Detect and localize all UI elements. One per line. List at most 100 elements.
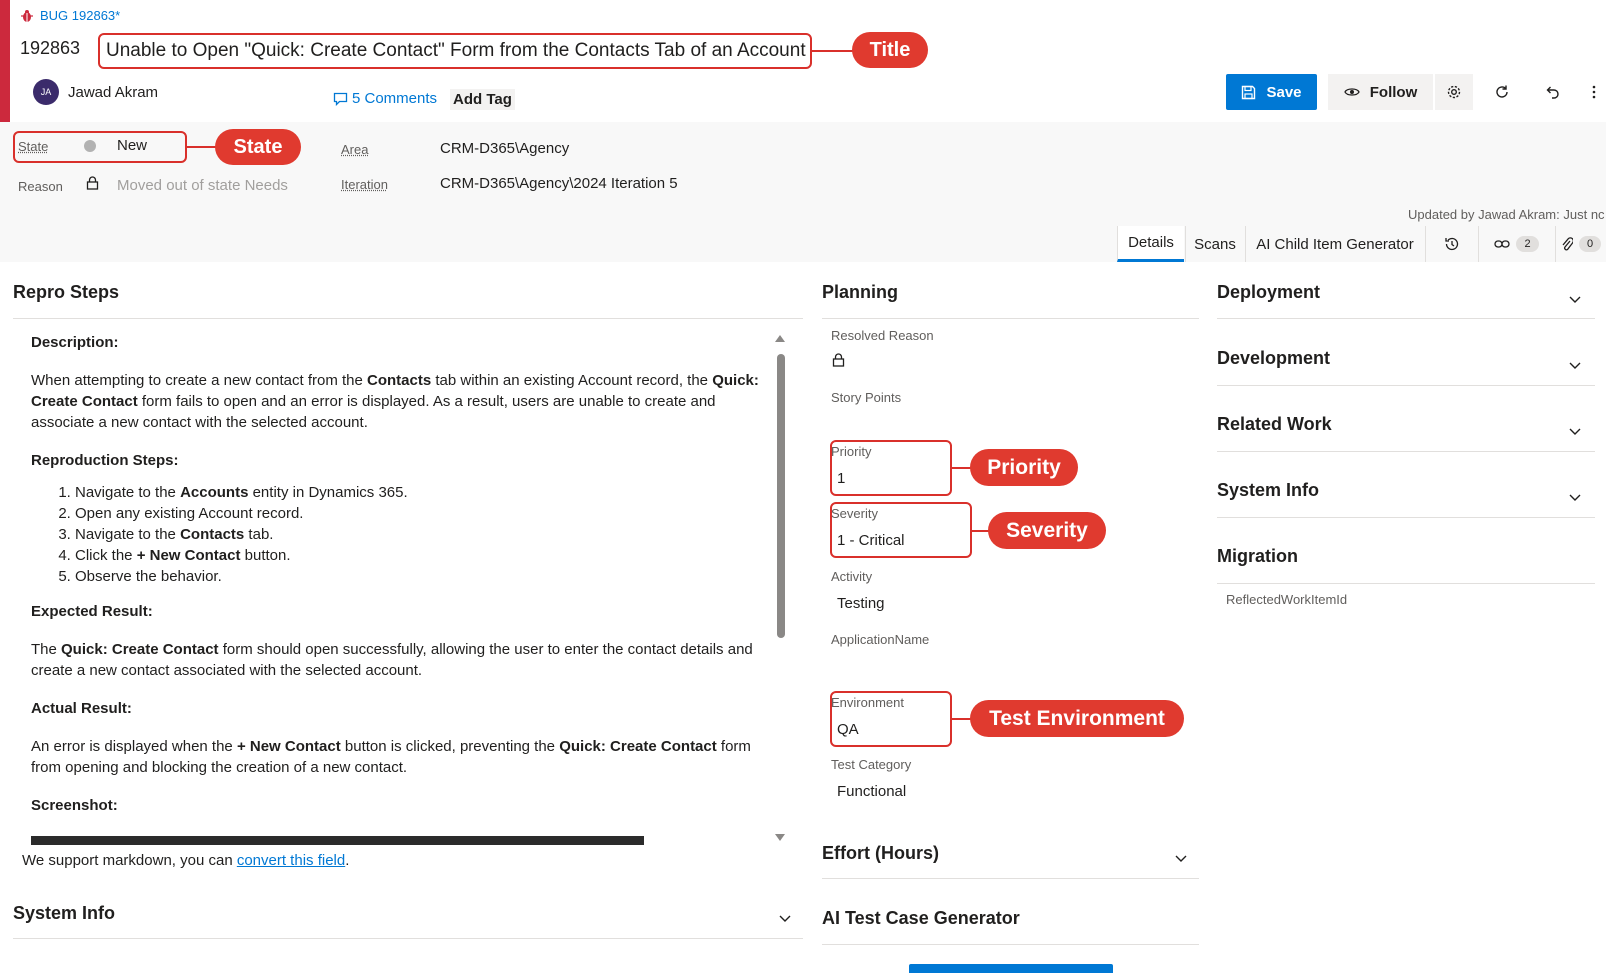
state-label: State bbox=[18, 139, 49, 154]
story-points-label: Story Points bbox=[831, 390, 902, 405]
gear-icon bbox=[1447, 85, 1461, 99]
deployment-title[interactable]: Deployment bbox=[1217, 282, 1320, 303]
state-dot-icon bbox=[84, 140, 96, 152]
settings-button[interactable] bbox=[1435, 74, 1473, 110]
attachments-count-badge: 0 bbox=[1578, 236, 1602, 252]
list-item: Observe the behavior. bbox=[75, 566, 763, 587]
refresh-icon bbox=[1496, 85, 1508, 98]
deployment-rule bbox=[1217, 318, 1595, 319]
actual-text: An error is displayed when the + New Con… bbox=[31, 738, 751, 776]
related-work-title[interactable]: Related Work bbox=[1217, 414, 1332, 435]
comments-label: 5 Comments bbox=[352, 90, 438, 107]
scroll-up-arrow-icon[interactable] bbox=[774, 334, 786, 343]
ai-test-case-generator-title: AI Test Case Generator bbox=[822, 908, 1020, 928]
list-item: Click the + New Contact button. bbox=[75, 545, 763, 566]
markdown-notice: We support markdown, you can convert thi… bbox=[22, 852, 350, 869]
undo-button[interactable] bbox=[1534, 74, 1570, 110]
title-annotation: Title bbox=[852, 32, 928, 68]
chevron-down-icon[interactable] bbox=[1175, 855, 1187, 863]
chevron-down-icon[interactable] bbox=[779, 915, 791, 923]
description-text: When attempting to create a new contact … bbox=[31, 372, 759, 431]
test-category-label: Test Category bbox=[831, 757, 912, 772]
system-info-rule bbox=[1217, 517, 1595, 518]
severity-label: Severity bbox=[831, 506, 878, 521]
save-label: Save bbox=[1266, 83, 1302, 101]
updated-by-text: Updated by Jawad Akram: Just nc bbox=[1408, 207, 1605, 222]
development-title[interactable]: Development bbox=[1217, 348, 1330, 369]
effort-hours-title[interactable]: Effort (Hours) bbox=[822, 843, 939, 864]
area-value[interactable]: CRM-D365\Agency bbox=[440, 140, 569, 157]
test-environment-annotation: Test Environment bbox=[970, 700, 1184, 737]
iteration-value[interactable]: CRM-D365\Agency\2024 Iteration 5 bbox=[440, 175, 678, 192]
comment-icon bbox=[333, 92, 348, 106]
repro-steps-rule bbox=[13, 318, 803, 319]
resolved-reason-label: Resolved Reason bbox=[831, 328, 934, 343]
follow-button[interactable]: Follow bbox=[1328, 74, 1433, 110]
links-count-badge: 2 bbox=[1516, 236, 1539, 252]
add-tag-button[interactable]: Add Tag bbox=[450, 89, 515, 110]
environment-value: QA bbox=[837, 721, 859, 738]
embedded-screenshot[interactable] bbox=[31, 836, 644, 845]
tab-links[interactable]: 2 bbox=[1478, 226, 1554, 262]
state-callout-line bbox=[187, 146, 217, 148]
state-value: New bbox=[117, 137, 148, 154]
refresh-button[interactable] bbox=[1484, 74, 1520, 110]
system-info-left-rule bbox=[13, 938, 803, 939]
tab-scans[interactable]: Scans bbox=[1185, 226, 1244, 262]
more-icon bbox=[1592, 85, 1596, 99]
repro-scrollbar-thumb[interactable] bbox=[777, 354, 785, 638]
chevron-down-icon[interactable] bbox=[1569, 362, 1581, 370]
development-rule bbox=[1217, 385, 1595, 386]
activity-value[interactable]: Testing bbox=[837, 595, 885, 612]
application-name-label: ApplicationName bbox=[831, 632, 930, 647]
priority-value: 1 bbox=[837, 470, 846, 487]
repro-steps-editor[interactable]: Description: When attempting to create a… bbox=[31, 332, 763, 816]
list-item: Open any existing Account record. bbox=[75, 503, 763, 524]
more-actions-button[interactable] bbox=[1584, 74, 1604, 110]
tab-ai-child-item-generator[interactable]: AI Child Item Generator bbox=[1245, 226, 1424, 262]
related-work-rule bbox=[1217, 451, 1595, 452]
tab-history[interactable] bbox=[1425, 226, 1477, 262]
ai-generate-button[interactable] bbox=[909, 964, 1113, 973]
bug-icon bbox=[21, 9, 33, 22]
title-callout-line bbox=[812, 50, 854, 52]
reason-value: Moved out of state Needs bbox=[117, 177, 288, 194]
follow-label: Follow bbox=[1369, 83, 1418, 101]
activity-label: Activity bbox=[831, 569, 873, 584]
priority-label: Priority bbox=[831, 444, 872, 459]
undo-icon bbox=[1546, 86, 1559, 99]
state-annotation: State bbox=[215, 129, 301, 165]
save-button[interactable]: Save bbox=[1226, 74, 1317, 110]
link-icon bbox=[1494, 240, 1511, 248]
effort-rule bbox=[822, 878, 1199, 879]
paperclip-icon bbox=[1562, 237, 1573, 251]
lock-icon bbox=[832, 353, 845, 367]
system-info-title[interactable]: System Info bbox=[1217, 480, 1319, 501]
description-heading: Description: bbox=[31, 334, 119, 351]
history-icon bbox=[1444, 237, 1458, 251]
chevron-down-icon[interactable] bbox=[1569, 494, 1581, 502]
steps-heading: Reproduction Steps: bbox=[31, 452, 179, 469]
list-item: Navigate to the Contacts tab. bbox=[75, 524, 763, 545]
migration-title: Migration bbox=[1217, 546, 1298, 566]
chevron-down-icon[interactable] bbox=[1569, 296, 1581, 304]
convert-field-link[interactable]: convert this field bbox=[237, 852, 345, 869]
tab-attachments[interactable]: 0 bbox=[1555, 226, 1606, 262]
assigned-user[interactable]: Jawad Akram bbox=[68, 84, 158, 101]
system-info-left-title[interactable]: System Info bbox=[13, 903, 115, 924]
work-item-type-label[interactable]: BUG 192863* bbox=[20, 8, 120, 23]
actual-heading: Actual Result: bbox=[31, 700, 132, 717]
expected-text: The Quick: Create Contact form should op… bbox=[31, 641, 753, 679]
planning-rule bbox=[822, 318, 1199, 319]
severity-value: 1 - Critical bbox=[837, 532, 905, 549]
comments-link[interactable]: 5 Comments bbox=[333, 90, 437, 107]
title-field[interactable]: Unable to Open "Quick: Create Contact" F… bbox=[98, 33, 812, 69]
tab-details[interactable]: Details bbox=[1117, 226, 1184, 262]
work-item-id: 192863 bbox=[20, 38, 81, 58]
scroll-down-arrow-icon[interactable] bbox=[774, 833, 786, 842]
environment-label: Environment bbox=[831, 695, 904, 710]
test-category-value[interactable]: Functional bbox=[837, 783, 906, 800]
avatar[interactable]: JA bbox=[33, 79, 59, 105]
chevron-down-icon[interactable] bbox=[1569, 428, 1581, 436]
screenshot-heading: Screenshot: bbox=[31, 797, 118, 814]
